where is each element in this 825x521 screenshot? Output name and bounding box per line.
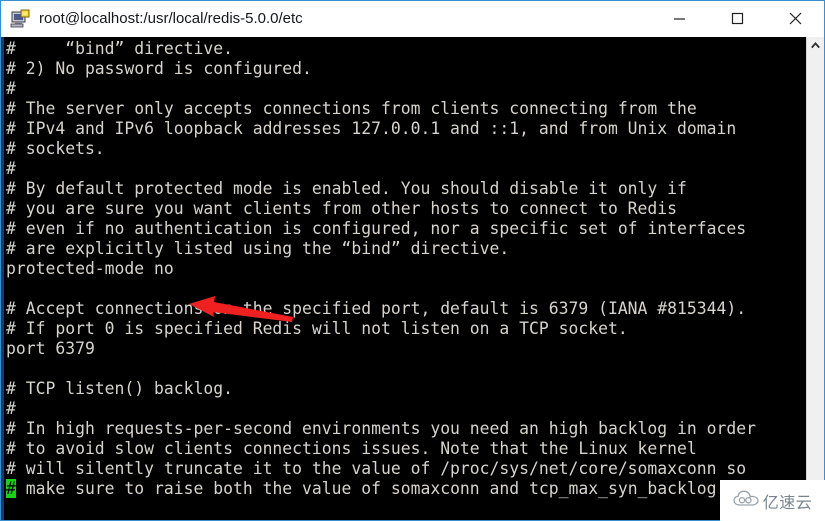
terminal-cursor: #: [6, 479, 16, 498]
terminal-area: # “bind” directive. # 2) No password is c…: [1, 37, 824, 520]
terminal-line: # The server only accepts connections fr…: [6, 99, 697, 118]
terminal-line: # In high requests-per-second environmen…: [6, 419, 756, 438]
scroll-up-arrow-icon[interactable]: [807, 37, 824, 54]
terminal-line: # even if no authentication is configure…: [6, 219, 747, 238]
terminal-line: # are explicitly listed using the “bind”…: [6, 239, 510, 258]
terminal-line: # By default protected mode is enabled. …: [6, 179, 687, 198]
screenshot-root: root@localhost:/usr/local/redis-5.0.0/et…: [0, 0, 825, 521]
terminal-line: #: [6, 399, 16, 418]
terminal-line: #: [6, 79, 16, 98]
site-logo-text: 亿速云: [762, 492, 813, 512]
terminal-line: protected-mode no: [6, 259, 174, 278]
terminal-lines: # “bind” directive. # 2) No password is c…: [4, 39, 806, 499]
putty-terminal-icon: [9, 8, 31, 30]
terminal-text-surface[interactable]: # “bind” directive. # 2) No password is c…: [4, 37, 806, 520]
maximize-button[interactable]: [708, 1, 766, 36]
window-titlebar: root@localhost:/usr/local/redis-5.0.0/et…: [1, 1, 824, 37]
terminal-line: # make sure to raise both the value of s…: [4, 479, 806, 499]
scrollbar-track[interactable]: [807, 54, 824, 503]
terminal-line: # you are sure you want clients from oth…: [6, 199, 678, 218]
terminal-line: # IPv4 and IPv6 loopback addresses 127.0…: [6, 119, 737, 138]
window-controls: [650, 1, 824, 36]
terminal-line: # 2) No password is configured.: [6, 59, 312, 78]
vertical-scrollbar[interactable]: [806, 37, 824, 520]
site-logo-badge: 亿速云: [720, 480, 825, 521]
minimize-button[interactable]: [650, 1, 708, 36]
close-button[interactable]: [766, 1, 824, 36]
terminal-line: # will silently truncate it to the value…: [6, 459, 747, 478]
terminal-window: root@localhost:/usr/local/redis-5.0.0/et…: [0, 0, 825, 521]
terminal-line: # TCP listen() backlog.: [6, 379, 233, 398]
terminal-line: # If port 0 is specified Redis will not …: [6, 319, 628, 338]
terminal-line: # to avoid slow clients connections issu…: [6, 439, 697, 458]
terminal-line: # “bind” directive.: [6, 39, 233, 58]
terminal-line: # Accept connections on the specified po…: [6, 299, 747, 318]
terminal-line: # sockets.: [6, 139, 105, 158]
terminal-line: #: [6, 159, 16, 178]
terminal-line: port 6379: [6, 339, 95, 358]
terminal-line-text: make sure to raise both the value of som…: [15, 479, 717, 498]
cloud-icon: [733, 490, 759, 512]
window-title: root@localhost:/usr/local/redis-5.0.0/et…: [39, 10, 303, 27]
